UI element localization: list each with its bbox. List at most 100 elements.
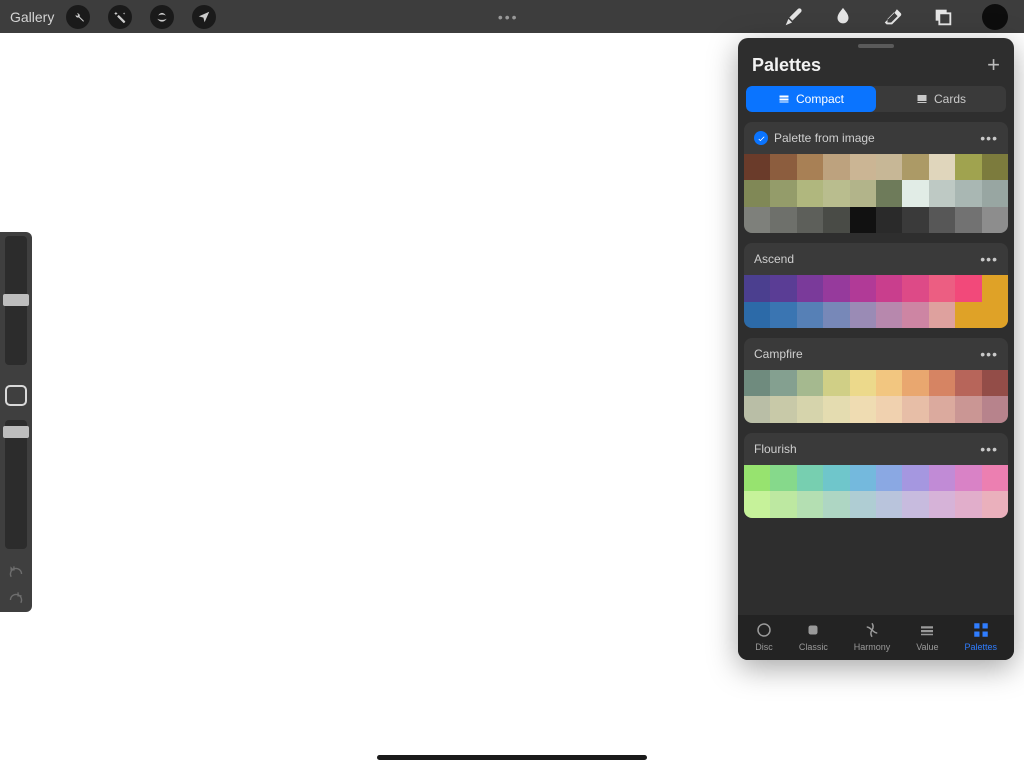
swatch[interactable] (770, 491, 796, 517)
swatch[interactable] (902, 302, 928, 328)
swatch[interactable] (902, 396, 928, 422)
swatch[interactable] (770, 396, 796, 422)
swatch[interactable] (929, 302, 955, 328)
swatch[interactable] (955, 154, 981, 180)
selection-button[interactable] (150, 5, 174, 29)
swatch[interactable] (982, 370, 1008, 396)
eraser-icon[interactable] (882, 6, 904, 28)
swatch[interactable] (982, 275, 1008, 301)
color-button[interactable] (982, 4, 1008, 30)
swatch[interactable] (876, 302, 902, 328)
swatch[interactable] (982, 491, 1008, 517)
tab-classic[interactable]: Classic (799, 621, 828, 652)
swatch[interactable] (982, 207, 1008, 233)
swatch[interactable] (797, 465, 823, 491)
swatch[interactable] (744, 465, 770, 491)
swatch[interactable] (876, 396, 902, 422)
swatch[interactable] (823, 302, 849, 328)
seg-compact[interactable]: Compact (746, 86, 876, 112)
swatch[interactable] (902, 370, 928, 396)
swatch[interactable] (955, 491, 981, 517)
swatch[interactable] (876, 207, 902, 233)
swatch[interactable] (929, 154, 955, 180)
add-palette-button[interactable]: + (987, 54, 1000, 76)
palette-name[interactable]: Ascend (754, 252, 794, 266)
swatch[interactable] (955, 302, 981, 328)
swatch[interactable] (797, 180, 823, 206)
swatch[interactable] (823, 275, 849, 301)
swatch[interactable] (929, 396, 955, 422)
swatch[interactable] (850, 207, 876, 233)
palette-name[interactable]: Campfire (754, 347, 803, 361)
swatch[interactable] (902, 180, 928, 206)
swatch[interactable] (902, 465, 928, 491)
swatch[interactable] (797, 207, 823, 233)
swatch[interactable] (876, 180, 902, 206)
swatch[interactable] (876, 275, 902, 301)
swatch[interactable] (982, 154, 1008, 180)
swatch[interactable] (744, 154, 770, 180)
palette-name[interactable]: Palette from image (774, 131, 875, 145)
swatch[interactable] (850, 396, 876, 422)
swatch[interactable] (797, 491, 823, 517)
swatch[interactable] (797, 302, 823, 328)
swatch[interactable] (744, 370, 770, 396)
swatch[interactable] (850, 370, 876, 396)
swatch[interactable] (955, 396, 981, 422)
swatch[interactable] (929, 180, 955, 206)
swatch[interactable] (982, 302, 1008, 328)
swatch[interactable] (797, 275, 823, 301)
swatch[interactable] (850, 302, 876, 328)
swatch[interactable] (797, 370, 823, 396)
swatch[interactable] (955, 370, 981, 396)
swatch[interactable] (982, 180, 1008, 206)
swatch[interactable] (850, 491, 876, 517)
tab-value[interactable]: Value (916, 621, 938, 652)
more-icon[interactable]: ••• (498, 9, 519, 25)
swatch[interactable] (797, 154, 823, 180)
swatch[interactable] (955, 465, 981, 491)
swatch[interactable] (744, 396, 770, 422)
swatch[interactable] (823, 154, 849, 180)
swatch[interactable] (823, 207, 849, 233)
swatch[interactable] (850, 275, 876, 301)
swatch[interactable] (955, 180, 981, 206)
seg-cards[interactable]: Cards (876, 86, 1006, 112)
palette-more-button[interactable]: ••• (980, 346, 998, 362)
swatch[interactable] (929, 491, 955, 517)
swatch[interactable] (797, 396, 823, 422)
swatch[interactable] (850, 180, 876, 206)
smudge-icon[interactable] (832, 6, 854, 28)
swatch[interactable] (770, 275, 796, 301)
brush-size-slider[interactable] (5, 236, 27, 365)
tab-disc[interactable]: Disc (755, 621, 773, 652)
slider-thumb[interactable] (3, 294, 29, 306)
swatch[interactable] (955, 275, 981, 301)
swatch[interactable] (744, 302, 770, 328)
palette-more-button[interactable]: ••• (980, 130, 998, 146)
gallery-button[interactable]: Gallery (10, 9, 54, 25)
transform-button[interactable] (192, 5, 216, 29)
swatch[interactable] (902, 207, 928, 233)
actions-button[interactable] (66, 5, 90, 29)
palette-more-button[interactable]: ••• (980, 441, 998, 457)
swatch[interactable] (902, 275, 928, 301)
swatch[interactable] (823, 491, 849, 517)
swatch[interactable] (929, 465, 955, 491)
undo-icon[interactable] (7, 565, 25, 582)
swatch[interactable] (955, 207, 981, 233)
swatch[interactable] (770, 302, 796, 328)
swatch[interactable] (876, 154, 902, 180)
swatch[interactable] (770, 465, 796, 491)
tab-palettes[interactable]: Palettes (964, 621, 997, 652)
swatch[interactable] (770, 180, 796, 206)
slider-thumb[interactable] (3, 426, 29, 438)
swatch[interactable] (770, 154, 796, 180)
swatch[interactable] (850, 154, 876, 180)
swatch[interactable] (744, 207, 770, 233)
redo-icon[interactable] (7, 591, 25, 608)
swatch[interactable] (850, 465, 876, 491)
swatch[interactable] (823, 396, 849, 422)
swatch[interactable] (770, 370, 796, 396)
swatch[interactable] (982, 396, 1008, 422)
